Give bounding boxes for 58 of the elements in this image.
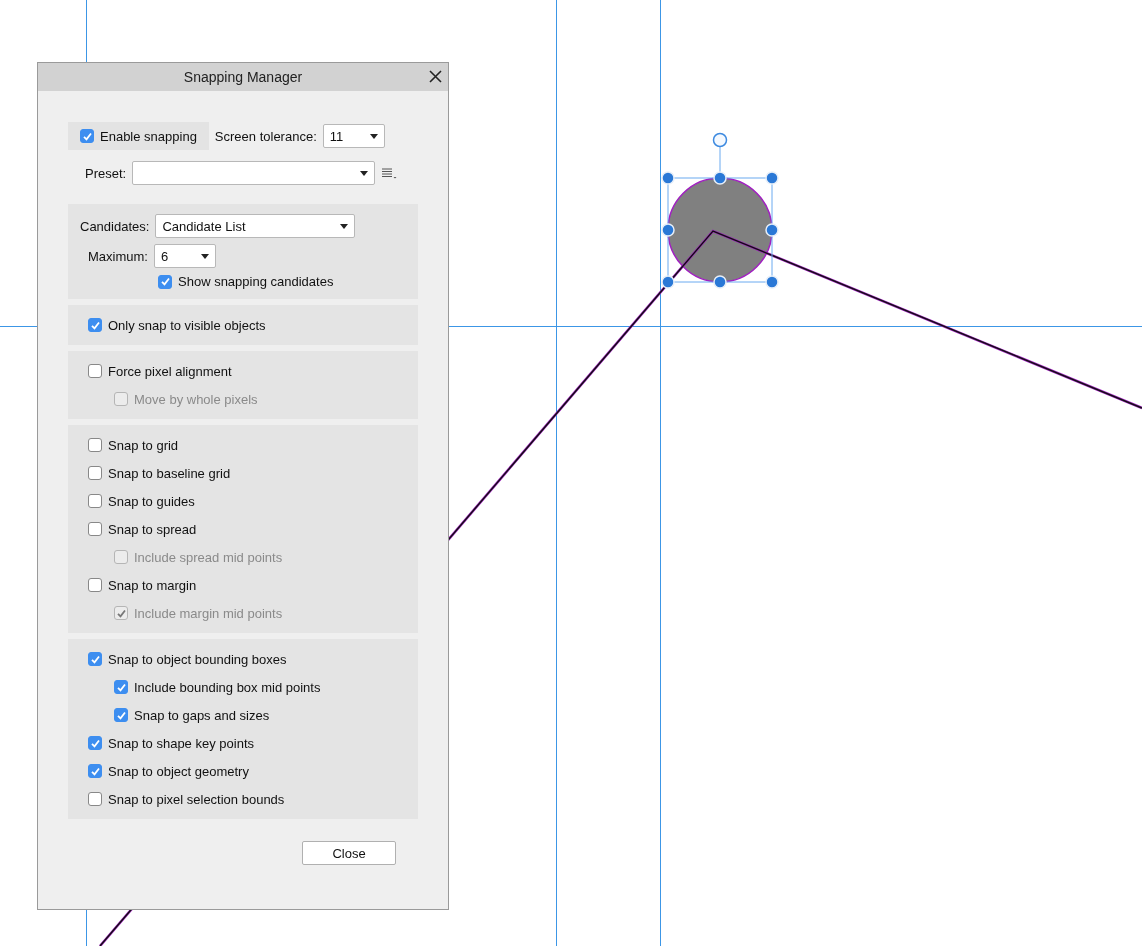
- checkbox-label: Snap to margin: [108, 577, 197, 593]
- checkbox[interactable]: [114, 680, 128, 694]
- resize-handle[interactable]: [661, 223, 675, 237]
- rotation-handle[interactable]: [712, 132, 728, 148]
- checkbox-label: Snap to object geometry: [108, 763, 249, 779]
- candidates-dropdown[interactable]: Candidate List: [155, 214, 356, 238]
- checkbox-label: Force pixel alignment: [108, 363, 232, 379]
- window-title: Snapping Manager: [183, 69, 303, 85]
- checkbox[interactable]: [88, 438, 102, 452]
- checkbox[interactable]: [88, 466, 102, 480]
- checkbox[interactable]: [88, 318, 102, 332]
- field-label: Preset:: [85, 165, 127, 181]
- field-label: Maximum:: [88, 248, 148, 264]
- checkbox[interactable]: [88, 764, 102, 778]
- checkbox[interactable]: [158, 274, 172, 289]
- resize-handle[interactable]: [713, 171, 727, 185]
- checkbox-label: Show snapping candidates: [178, 274, 334, 289]
- checkbox[interactable]: [88, 736, 102, 750]
- resize-handle[interactable]: [765, 275, 779, 289]
- checkbox-label: Enable snapping: [100, 128, 197, 144]
- maximum-dropdown[interactable]: 6: [153, 244, 216, 268]
- checkbox-label: Include spread mid points: [134, 549, 283, 565]
- resize-handle[interactable]: [765, 223, 779, 237]
- caret-icon: [200, 253, 209, 259]
- checkbox[interactable]: [114, 708, 128, 722]
- checkbox-label: Snap to gaps and sizes: [134, 707, 270, 723]
- resize-handle[interactable]: [661, 275, 675, 289]
- menu-icon[interactable]: [381, 167, 398, 179]
- checkbox-label: Snap to grid: [108, 437, 179, 453]
- close-button[interactable]: Close: [302, 841, 396, 865]
- preset-dropdown[interactable]: [132, 161, 376, 185]
- close-icon[interactable]: [429, 70, 442, 83]
- checkbox[interactable]: [88, 522, 102, 536]
- checkbox[interactable]: [80, 129, 94, 143]
- checkbox-label: Snap to pixel selection bounds: [108, 791, 285, 807]
- checkbox[interactable]: [88, 792, 102, 806]
- checkbox[interactable]: [88, 578, 102, 592]
- checkbox-label: Snap to spread: [108, 521, 197, 537]
- checkbox-label: Move by whole pixels: [134, 391, 258, 407]
- checkbox-label: Snap to baseline grid: [108, 465, 231, 481]
- checkbox-label: Snap to object bounding boxes: [108, 651, 287, 667]
- checkbox[interactable]: [88, 494, 102, 508]
- resize-handle[interactable]: [661, 171, 675, 185]
- caret-icon: [360, 170, 369, 176]
- field-label: Screen tolerance:: [214, 128, 317, 144]
- caret-icon: [340, 223, 349, 229]
- resize-handle[interactable]: [765, 171, 779, 185]
- checkbox-label: Include bounding box mid points: [134, 679, 321, 695]
- checkbox-label: Snap to shape key points: [108, 735, 254, 751]
- checkbox-label: Include margin mid points: [134, 605, 283, 621]
- field-label: Candidates:: [80, 218, 150, 234]
- caret-icon: [369, 133, 378, 139]
- checkbox[interactable]: [88, 364, 102, 378]
- resize-handle[interactable]: [713, 275, 727, 289]
- checkbox-label: Snap to guides: [108, 493, 195, 509]
- tolerance-dropdown[interactable]: 11: [322, 124, 385, 148]
- checkbox[interactable]: [88, 652, 102, 666]
- checkbox-label: Only snap to visible objects: [108, 317, 266, 333]
